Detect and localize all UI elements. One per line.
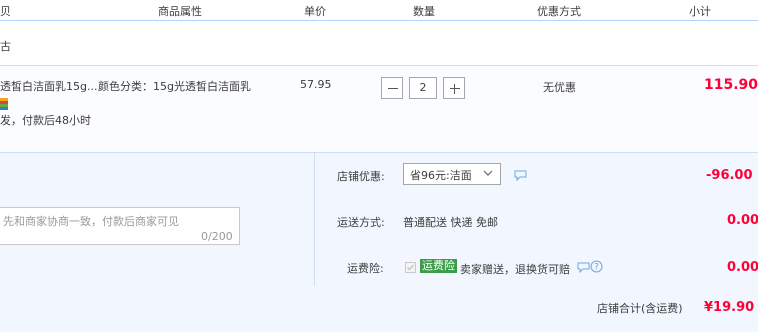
header-price: 单价 [304, 5, 326, 18]
freight-insurance-amount: 0.00 [727, 260, 758, 275]
message-placeholder: 先和商家协商一致，付款后商家可见 [3, 215, 179, 228]
header-subtotal: 小计 [689, 5, 711, 18]
shop-total-label: 店铺合计(含运费) [597, 302, 683, 315]
item-service-note: 发，付款后48小时 [0, 114, 91, 127]
shipping-amount: 0.00 [727, 213, 758, 228]
shop-name[interactable]: 古 [0, 38, 11, 54]
item-subtotal: 115.90 [704, 77, 758, 93]
svg-text:?: ? [594, 263, 599, 273]
cart-item-row: 透皙白洁面乳15g... 颜色分类：15g光透皙白洁面乳 57.95 无优惠 1… [0, 65, 758, 152]
header-attr: 商品属性 [158, 5, 202, 18]
shop-discount-select[interactable]: 省96元:洁面 [403, 163, 501, 185]
chevron-down-icon [482, 167, 494, 182]
item-promo: 无优惠 [543, 81, 576, 94]
item-title[interactable]: 透皙白洁面乳15g... [0, 78, 97, 94]
quantity-input[interactable]: 2 [409, 77, 437, 99]
buyer-message-field[interactable]: 先和商家协商一致，付款后商家可见 0/200 [0, 207, 240, 245]
help-circle-icon[interactable]: ? [590, 260, 603, 276]
freight-insurance-badge: 运费险 [420, 259, 457, 273]
shop-total-amount: ¥19.90 [704, 300, 755, 315]
freight-insurance-desc: 卖家赠送，退换货可赔 [460, 263, 570, 276]
shop-total-row: 店铺合计(含运费) ¥19.90 [0, 286, 758, 332]
multicolor-tag-icon [0, 98, 8, 110]
shipping-method: 普通配送 快递 免邮 [403, 216, 498, 229]
freight-insurance-checkbox[interactable] [405, 262, 416, 273]
decrease-quantity-button[interactable] [381, 77, 403, 99]
comment-icon[interactable] [514, 170, 527, 184]
panel-divider [314, 152, 315, 286]
message-counter: 0/200 [201, 230, 233, 243]
item-price: 57.95 [300, 78, 332, 91]
header-qty: 数量 [413, 5, 435, 18]
comment-icon[interactable] [577, 262, 590, 276]
item-attr: 颜色分类：15g光透皙白洁面乳 [98, 80, 251, 93]
header-promo: 优惠方式 [537, 5, 581, 18]
shop-discount-selected: 省96元:洁面 [410, 169, 472, 182]
increase-quantity-button[interactable] [443, 77, 465, 99]
cart-table-header: 贝 商品属性 单价 数量 优惠方式 小计 [0, 0, 758, 21]
header-item: 贝 [0, 5, 11, 18]
shipping-label: 运送方式: [337, 216, 385, 229]
freight-insurance-label: 运费险: [347, 262, 384, 275]
shop-discount-amount: -96.00 [706, 168, 753, 183]
shop-discount-label: 店铺优惠: [337, 170, 385, 183]
